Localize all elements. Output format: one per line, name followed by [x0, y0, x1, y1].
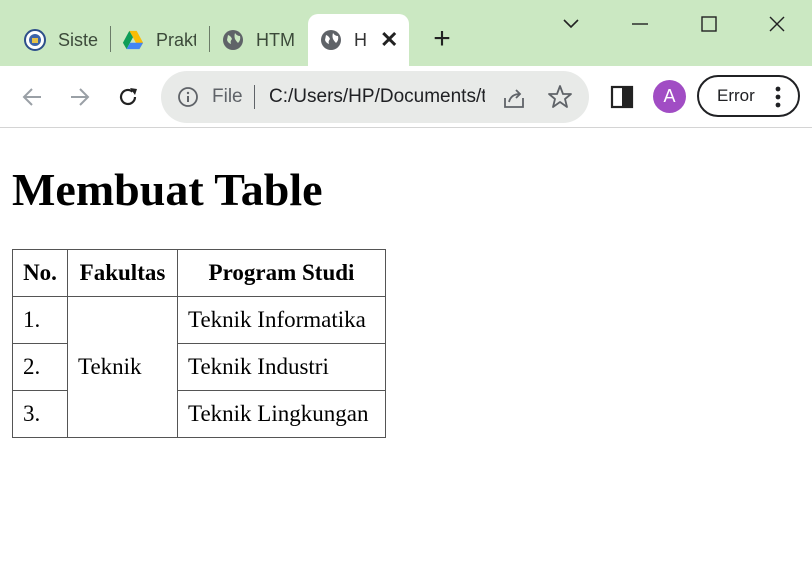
tab-active[interactable]: H ✕ — [308, 14, 409, 66]
maximize-icon[interactable] — [697, 12, 721, 36]
tab-search-chevron-icon[interactable] — [559, 12, 583, 36]
cell-program-studi: Teknik Informatika — [177, 296, 386, 344]
info-icon[interactable] — [177, 86, 199, 108]
new-tab-button[interactable]: + — [428, 24, 456, 54]
table-row: 1. Teknik Teknik Informatika — [12, 296, 386, 438]
column-header-program-studi: Program Studi — [177, 249, 386, 297]
table-header-row: No. Fakultas Program Studi — [12, 249, 386, 297]
page-title: Membuat Table — [12, 164, 323, 215]
tab-sistem[interactable]: Sistem — [24, 14, 100, 66]
globe-icon — [222, 29, 244, 51]
side-panel-icon[interactable] — [609, 84, 635, 110]
error-label: Error — [717, 86, 755, 105]
reload-icon[interactable] — [114, 83, 142, 111]
cell-no: 3. — [12, 390, 68, 438]
cell-no: 1. — [12, 296, 68, 344]
tab-title: H — [354, 29, 366, 50]
page-content: Membuat Table No. Fakultas Program Studi… — [0, 129, 812, 586]
data-table: No. Fakultas Program Studi 1. Teknik Tek… — [12, 249, 386, 438]
avatar[interactable]: A — [653, 80, 686, 113]
forward-arrow-icon[interactable] — [66, 83, 94, 111]
error-menu-button[interactable]: Error — [697, 75, 800, 117]
tab-separator — [209, 26, 210, 52]
close-tab-icon[interactable]: ✕ — [380, 29, 398, 51]
tab-title: HTML — [256, 29, 294, 50]
cell-program-studi: Teknik Lingkungan — [177, 390, 386, 438]
minimize-icon[interactable] — [628, 12, 652, 36]
share-icon[interactable] — [501, 85, 527, 111]
tab-praktikum[interactable]: Praktikum — [122, 14, 202, 66]
tab-separator — [110, 26, 111, 52]
cell-no: 2. — [12, 343, 68, 391]
more-vert-icon — [775, 85, 781, 109]
omnibox-divider — [254, 85, 255, 109]
tab-html[interactable]: HTML — [222, 14, 302, 66]
column-header-no: No. — [12, 249, 68, 297]
address-bar[interactable]: File C:/Users/HP/Documents/tabel.html — [161, 71, 589, 123]
close-window-icon[interactable] — [765, 12, 789, 36]
browser-toolbar: File C:/Users/HP/Documents/tabel.html A … — [0, 66, 812, 128]
url-text[interactable]: C:/Users/HP/Documents/tabel.html — [269, 86, 485, 108]
globe-icon — [320, 29, 342, 51]
tab-title: Sistem — [58, 29, 98, 50]
cell-program-studi: Teknik Industri — [177, 343, 386, 391]
column-header-fakultas: Fakultas — [67, 249, 178, 297]
scheme-label: File — [212, 86, 243, 107]
back-arrow-icon[interactable] — [18, 83, 46, 111]
cell-fakultas-merged: Teknik — [67, 296, 178, 438]
tab-title: Praktikum — [156, 29, 196, 50]
tab-strip: Sistem Praktikum HTML H — [0, 0, 812, 66]
university-seal-icon — [24, 29, 46, 51]
bookmark-star-icon[interactable] — [547, 84, 573, 110]
google-drive-icon — [122, 29, 144, 51]
